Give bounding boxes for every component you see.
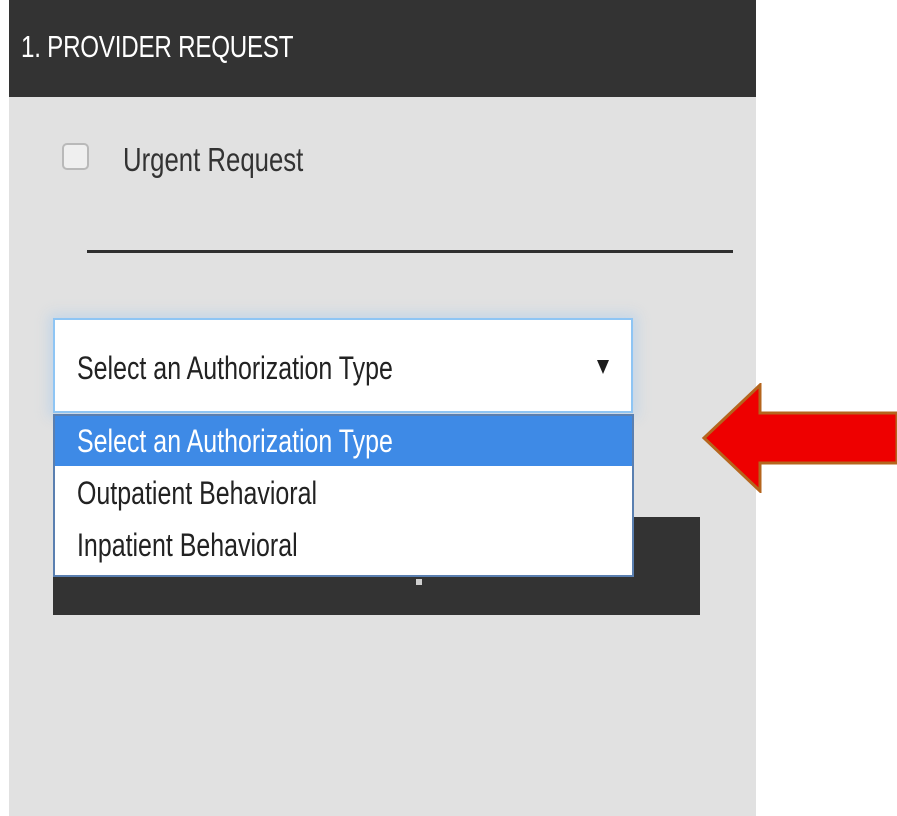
panel-title: 1. PROVIDER REQUEST bbox=[21, 29, 294, 64]
option-label: Inpatient Behavioral bbox=[77, 527, 298, 563]
urgent-request-label[interactable]: Urgent Request bbox=[123, 140, 303, 180]
option-label: Outpatient Behavioral bbox=[77, 475, 318, 511]
option-select-authorization-type[interactable]: Select an Authorization Type bbox=[55, 416, 632, 466]
option-outpatient-behavioral[interactable]: Outpatient Behavioral bbox=[55, 468, 632, 518]
option-inpatient-behavioral[interactable]: Inpatient Behavioral bbox=[55, 520, 632, 570]
select-current-value: Select an Authorization Type bbox=[77, 350, 393, 386]
panel-header: 1. PROVIDER REQUEST bbox=[9, 0, 756, 97]
option-label: Select an Authorization Type bbox=[77, 423, 393, 459]
triangle-down-icon[interactable] bbox=[597, 360, 609, 374]
urgent-request-checkbox[interactable] bbox=[62, 143, 89, 170]
arrow-left-icon bbox=[701, 383, 897, 493]
authorization-type-dropdown: Select an Authorization Type Outpatient … bbox=[53, 414, 634, 577]
section-divider bbox=[87, 250, 733, 253]
authorization-type-select[interactable]: Select an Authorization Type bbox=[53, 318, 633, 413]
button-icon bbox=[416, 579, 422, 585]
